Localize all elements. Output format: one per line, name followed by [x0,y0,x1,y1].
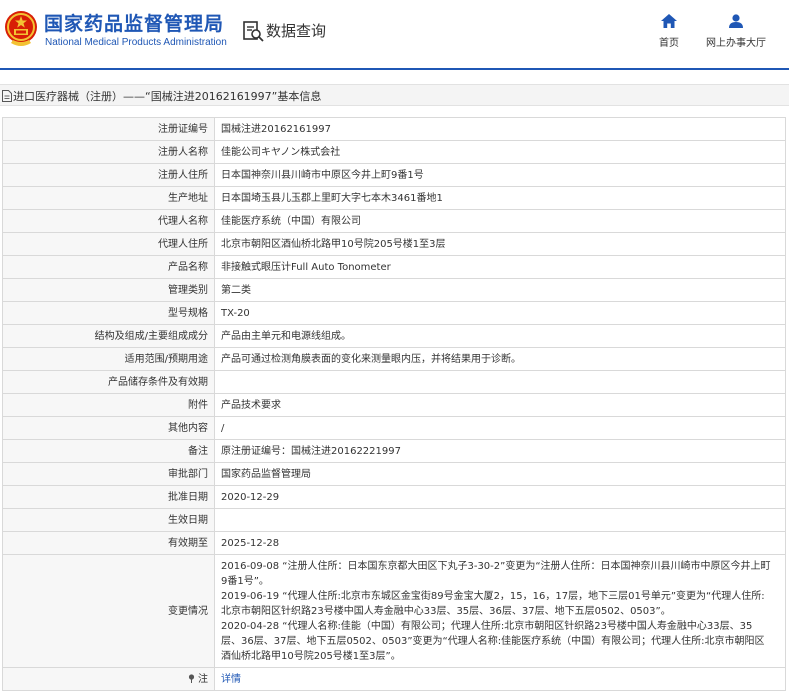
table-row: 管理类别 第二类 [2,278,786,302]
field-label: 生产地址 [2,186,215,210]
field-label: 代理人名称 [2,209,215,233]
note-label: 注 [198,673,208,685]
section-header: 进口医疗器械（注册）——“国械注进20162161997”基本信息 [0,84,789,106]
table-row: 代理人名称 佳能医疗系统（中国）有限公司 [2,209,786,233]
home-icon [661,14,677,28]
search-document-icon [243,21,264,42]
table-row: 生效日期 [2,508,786,532]
field-label: 注册人住所 [2,163,215,187]
change-entry: 2020-04-28 “代理人名称:佳能（中国）有限公司；代理人住所:北京市朝阳… [221,620,765,662]
table-row: 有效期至 2025-12-28 [2,531,786,555]
field-value: 佳能医疗系统（中国）有限公司 [214,209,786,233]
field-label: 型号规格 [2,301,215,325]
query-title: 数据查询 [266,22,327,40]
table-row: 产品名称 非接触式眼压计Full Auto Tonometer [2,255,786,279]
document-icon [2,90,12,102]
nav-home-link[interactable]: 首页 [648,14,690,54]
field-label: 注册人名称 [2,140,215,164]
table-row: 产品储存条件及有效期 [2,370,786,394]
field-label: 结构及组成/主要组成成分 [2,324,215,348]
field-label: 管理类别 [2,278,215,302]
field-label: 适用范围/预期用途 [2,347,215,371]
field-value: 第二类 [214,278,786,302]
field-value: / [214,416,786,440]
table-row: 适用范围/预期用途 产品可通过检测角膜表面的变化来测量眼内压，并将结果用于诊断。 [2,347,786,371]
field-label: 变更情况 [2,554,215,668]
field-value: 日本国神奈川县川崎市中原区今井上町9番1号 [214,163,786,187]
table-row: 审批部门 国家药品监督管理局 [2,462,786,486]
field-label: 有效期至 [2,531,215,555]
field-value: 原注册证编号：国械注进20162221997 [214,439,786,463]
table-row: 注册人名称 佳能公司キヤノン株式会社 [2,140,786,164]
nav-service-label: 网上办事大厅 [706,38,766,49]
pin-icon [188,673,194,683]
field-value: 日本国埼玉县儿玉郡上里町大字七本木3461番地1 [214,186,786,210]
table-row: 附件 产品技术要求 [2,393,786,417]
table-row: 生产地址 日本国埼玉县儿玉郡上里町大字七本木3461番地1 [2,186,786,210]
table-row: 备注 原注册证编号：国械注进20162221997 [2,439,786,463]
details-link[interactable]: 详情 [221,674,241,685]
field-label: 附件 [2,393,215,417]
field-label: 其他内容 [2,416,215,440]
table-row: 注册人住所 日本国神奈川县川崎市中原区今井上町9番1号 [2,163,786,187]
field-label: 生效日期 [2,508,215,532]
table-row: 型号规格 TX-20 [2,301,786,325]
field-value [214,370,786,394]
field-label: 代理人住所 [2,232,215,256]
field-value: 北京市朝阳区酒仙桥北路甲10号院205号楼1至3层 [214,232,786,256]
site-header: 国家药品监督管理局 National Medical Products Admi… [0,0,789,68]
change-entry: 2016-09-08 “注册人住所：日本国东京都大田区下丸子3-30-2”变更为… [221,560,771,587]
field-value: 佳能公司キヤノン株式会社 [214,140,786,164]
field-value: 产品技术要求 [214,393,786,417]
field-value: 2025-12-28 [214,531,786,555]
table-row: 代理人住所 北京市朝阳区酒仙桥北路甲10号院205号楼1至3层 [2,232,786,256]
field-value: 2020-12-29 [214,485,786,509]
field-value: 国械注进20162161997 [214,117,786,141]
field-value: 非接触式眼压计Full Auto Tonometer [214,255,786,279]
field-value: 产品可通过检测角膜表面的变化来测量眼内压，并将结果用于诊断。 [214,347,786,371]
change-entry: 2019-06-19 “代理人住所:北京市东城区金宝街89号金宝大厦2，15，1… [221,590,765,617]
note-value: 详情 [214,667,786,691]
user-icon [729,14,743,28]
table-row: 注册证编号 国械注进20162161997 [2,117,786,141]
field-label: 产品储存条件及有效期 [2,370,215,394]
table-row: 结构及组成/主要组成成分 产品由主单元和电源线组成。 [2,324,786,348]
field-label: 审批部门 [2,462,215,486]
logo-title: 国家药品监督管理局 [44,13,225,35]
field-label: 备注 [2,439,215,463]
field-value: 国家药品监督管理局 [214,462,786,486]
section-title: 进口医疗器械（注册）——“国械注进20162161997”基本信息 [13,90,322,103]
field-value: 产品由主单元和电源线组成。 [214,324,786,348]
table-row: 其他内容 / [2,416,786,440]
note-label-cell: 注 [2,667,215,691]
note-row: 注 详情 [2,667,786,691]
change-history-value: 2016-09-08 “注册人住所：日本国东京都大田区下丸子3-30-2”变更为… [214,554,786,668]
field-label: 注册证编号 [2,117,215,141]
field-label: 批准日期 [2,485,215,509]
field-value [214,508,786,532]
header-divider [0,68,789,70]
detail-table: 注册证编号 国械注进20162161997 注册人名称 佳能公司キヤノン株式会社 注… [2,117,786,691]
nav-service-hall-link[interactable]: 网上办事大厅 [703,14,769,54]
national-emblem-icon [5,11,37,46]
table-row: 批准日期 2020-12-29 [2,485,786,509]
change-history-row: 变更情况 2016-09-08 “注册人住所：日本国东京都大田区下丸子3-30-… [2,554,786,668]
logo-subtitle: National Medical Products Administration [45,37,227,48]
field-value: TX-20 [214,301,786,325]
nav-home-label: 首页 [659,38,679,49]
field-label: 产品名称 [2,255,215,279]
